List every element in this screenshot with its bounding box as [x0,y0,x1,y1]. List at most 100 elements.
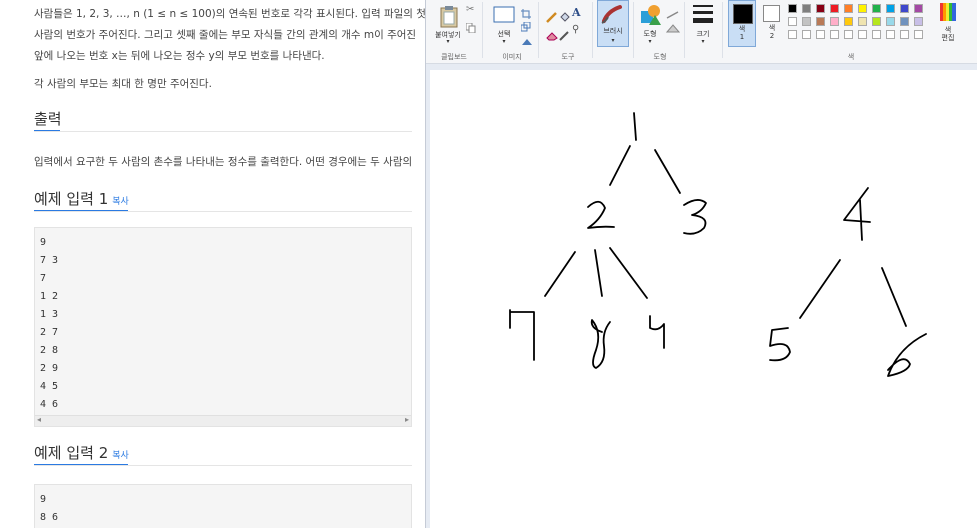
select-icon [493,6,515,23]
brushes-dropdown-icon: ▾ [611,37,615,44]
scroll-left-arrow-icon[interactable]: ◂ [37,415,41,424]
pencil-icon[interactable] [546,8,558,27]
paint-ribbon: 붙여넣기 ▾ ✂ 클립보드 선택 ▾ 이미지 A ⚲ 도구 브러시 ▾ 도형 ▾… [426,0,977,64]
palette-swatch[interactable] [788,4,797,13]
edge-1-3 [654,149,681,194]
example-2-input-box: 9 8 6 [34,484,412,528]
example-2-heading: 예제 입력 2 복사 [34,442,129,463]
size-dropdown-icon[interactable]: ▾ [701,38,704,45]
palette-swatch[interactable] [830,17,839,26]
cut-icon[interactable]: ✂ [466,4,474,15]
edit-colors-button[interactable] [939,2,957,26]
shapes-button[interactable] [639,4,663,30]
palette-swatch[interactable] [816,4,825,13]
fill-shape-icon[interactable] [665,18,681,37]
hand-drawn-tree [509,112,927,377]
paint-window: 붙여넣기 ▾ ✂ 클립보드 선택 ▾ 이미지 A ⚲ 도구 브러시 ▾ 도형 ▾… [425,0,977,528]
edge-2-9 [609,247,648,299]
select-button[interactable] [493,6,515,28]
fill-icon[interactable] [559,8,571,27]
color-2-button[interactable]: 색 2 [759,0,785,47]
color-1-button[interactable]: 색 1 [728,0,756,47]
intro-line-3: 앞에 나오는 번호 x는 뒤에 나오는 정수 y의 부모 번호를 나타낸다. [34,50,325,62]
code-line: 2 9 [40,363,59,374]
code-line: 9 [40,237,47,248]
magnifier-icon[interactable]: ⚲ [572,24,579,35]
paste-button[interactable] [438,4,460,32]
size-icon [693,5,713,23]
palette-swatch[interactable] [844,17,853,26]
example-1-copy-link[interactable]: 복사 [112,197,129,207]
palette-swatch[interactable] [788,17,797,26]
palette-swatch[interactable] [914,17,923,26]
palette-swatch[interactable] [816,30,825,39]
palette-swatch[interactable] [858,30,867,39]
palette-swatch[interactable] [802,17,811,26]
shapes-icon [641,5,661,25]
example-2-copy-link[interactable]: 복사 [112,451,129,461]
palette-swatch[interactable] [900,4,909,13]
example-1-heading: 예제 입력 1 복사 [34,188,129,209]
intro-line-1: 사람들은 1, 2, 3, …, n (1 ≤ n ≤ 100)의 연속된 번호… [34,8,425,20]
node-6 [887,333,927,377]
horizontal-scrollbar[interactable]: ◂ ▸ [35,415,411,426]
palette-swatch[interactable] [858,4,867,13]
code-line: 7 3 [40,255,59,266]
palette-swatch[interactable] [900,30,909,39]
node-1 [633,112,637,141]
code-line: 7 [40,273,47,284]
example-2-title: 예제 입력 2 [34,444,109,462]
divider [34,131,412,132]
color-picker-icon[interactable] [559,26,571,45]
text-icon[interactable]: A [572,6,581,19]
code-line: 2 7 [40,327,59,338]
group-separator [722,2,723,58]
eraser-icon[interactable] [546,26,558,45]
palette-swatch[interactable] [914,4,923,13]
rotate-icon[interactable] [521,31,533,50]
edge-1-2 [609,145,631,186]
palette-swatch[interactable] [844,30,853,39]
palette-swatch[interactable] [886,30,895,39]
palette-swatch[interactable] [886,17,895,26]
brushes-label: 브러시 [603,27,623,35]
edit-colors-label: 색 편집 [941,26,955,42]
size-button[interactable] [692,3,714,29]
divider [34,211,412,212]
code-line: 9 [40,494,47,505]
shapes-group-label: 도형 [653,53,667,61]
code-line: 1 2 [40,291,59,302]
copy-icon[interactable] [465,18,476,37]
example-1-input-box: 9 7 3 7 1 2 1 3 2 7 2 8 2 9 4 5 4 6 ◂ ▸ [34,227,412,427]
select-dropdown-icon[interactable]: ▾ [502,38,505,45]
palette-swatch[interactable] [802,30,811,39]
divider [34,465,412,466]
group-separator [633,2,634,58]
palette-swatch[interactable] [844,4,853,13]
palette-swatch[interactable] [900,17,909,26]
palette-swatch[interactable] [830,30,839,39]
palette-swatch[interactable] [830,4,839,13]
palette-swatch[interactable] [858,17,867,26]
color-2-label: 색 2 [768,24,776,40]
palette-swatch[interactable] [872,4,881,13]
node-9 [649,315,665,349]
palette-swatch[interactable] [872,17,881,26]
brushes-button[interactable]: 브러시 ▾ [597,0,629,47]
color-1-label: 색 1 [738,25,746,41]
code-line: 4 6 [40,399,59,410]
code-line: 2 8 [40,345,59,356]
palette-swatch[interactable] [886,4,895,13]
output-text: 입력에서 요구한 두 사람의 촌수를 나타내는 정수를 출력한다. 어떤 경우에… [34,156,413,168]
palette-swatch[interactable] [802,4,811,13]
palette-swatch[interactable] [914,30,923,39]
group-separator [592,2,593,58]
edge-2-7 [544,251,576,297]
palette-swatch[interactable] [788,30,797,39]
paste-dropdown-icon[interactable]: ▾ [446,38,449,45]
drawing-canvas[interactable] [430,70,977,528]
scroll-right-arrow-icon[interactable]: ▸ [405,415,409,424]
palette-swatch[interactable] [872,30,881,39]
shapes-dropdown-icon[interactable]: ▾ [648,38,651,45]
palette-swatch[interactable] [816,17,825,26]
